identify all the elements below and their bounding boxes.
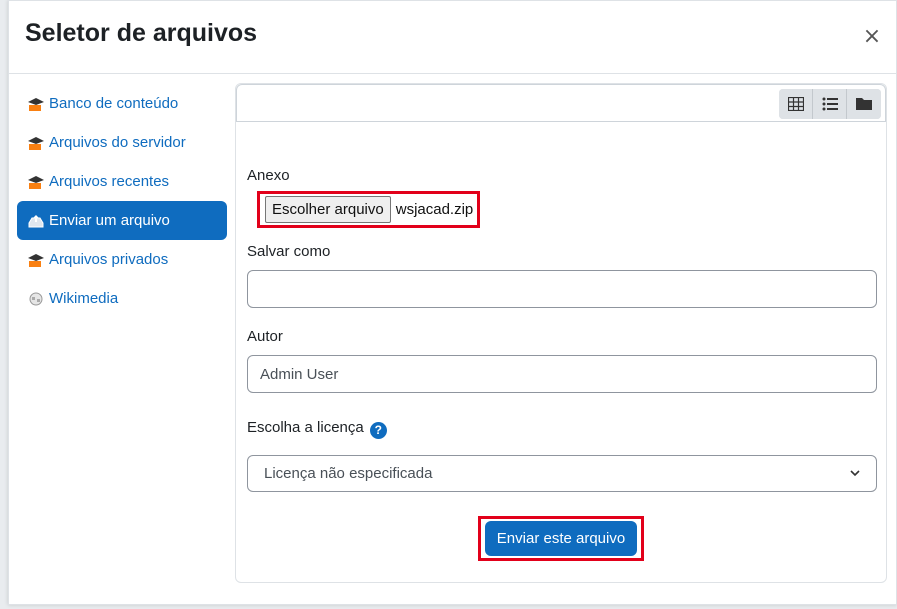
sidebar-item-upload-file[interactable]: Enviar um arquivo	[17, 201, 227, 240]
upload-icon	[28, 214, 44, 227]
sidebar-item-content-bank[interactable]: Banco de conteúdo	[17, 84, 227, 123]
sidebar-item-label: Banco de conteúdo	[49, 95, 179, 112]
file-picker-dialog: Seletor de arquivos × Banco de conteúdo …	[8, 0, 897, 605]
sidebar-item-wikimedia[interactable]: Wikimedia	[17, 279, 227, 318]
folder-view-button[interactable]	[847, 89, 881, 119]
sidebar-item-label: Enviar um arquivo	[49, 212, 170, 229]
sidebar-item-server-files[interactable]: Arquivos do servidor	[17, 123, 227, 162]
sidebar-item-label: Arquivos recentes	[49, 173, 170, 190]
list-view-button[interactable]	[813, 89, 847, 119]
submit-highlight: Enviar este arquivo	[478, 516, 644, 561]
attachment-label: Anexo	[247, 167, 290, 184]
license-select[interactable]: Licença não especificada	[247, 455, 877, 492]
choose-file-button[interactable]: Escolher arquivo	[265, 196, 391, 223]
file-view-toolbar	[236, 84, 886, 122]
author-label: Autor	[247, 328, 283, 345]
folder-view-icon	[856, 98, 872, 110]
chosen-file-name: wsjacad.zip	[395, 201, 474, 218]
sidebar-item-label: Arquivos do servidor	[49, 134, 186, 151]
moodle-hat-icon	[28, 253, 44, 267]
file-chooser: Escolher arquivo wsjacad.zip	[257, 191, 480, 228]
save-as-label: Salvar como	[247, 243, 331, 260]
moodle-hat-icon	[28, 97, 44, 111]
help-icon[interactable]: ?	[369, 421, 387, 439]
upload-panel: Anexo Escolher arquivo wsjacad.zip Salva…	[235, 83, 887, 583]
save-as-input[interactable]	[247, 270, 877, 308]
wikimedia-globe-icon	[29, 292, 43, 305]
sidebar-item-recent-files[interactable]: Arquivos recentes	[17, 162, 227, 201]
license-label-row: Escolha a licença?	[247, 419, 387, 439]
sidebar-item-label: Arquivos privados	[49, 251, 169, 268]
grid-view-icon	[787, 97, 804, 111]
close-button[interactable]: ×	[862, 26, 882, 48]
grid-view-button[interactable]	[779, 89, 813, 119]
upload-file-button[interactable]: Enviar este arquivo	[484, 521, 638, 556]
moodle-hat-icon	[28, 175, 44, 189]
sidebar-item-private-files[interactable]: Arquivos privados	[17, 240, 227, 279]
dialog-header: Seletor de arquivos ×	[9, 1, 896, 74]
chevron-down-icon	[850, 470, 860, 477]
author-input[interactable]	[247, 355, 877, 393]
sidebar-item-label: Wikimedia	[49, 290, 119, 307]
repository-sidebar: Banco de conteúdo Arquivos do servidor A…	[17, 84, 227, 318]
dialog-title: Seletor de arquivos	[25, 19, 258, 47]
license-label: Escolha a licença	[247, 419, 364, 436]
list-view-icon	[822, 97, 838, 111]
license-selected-value: Licença não especificada	[264, 465, 433, 482]
view-switcher	[779, 89, 881, 119]
moodle-hat-icon	[28, 136, 44, 150]
